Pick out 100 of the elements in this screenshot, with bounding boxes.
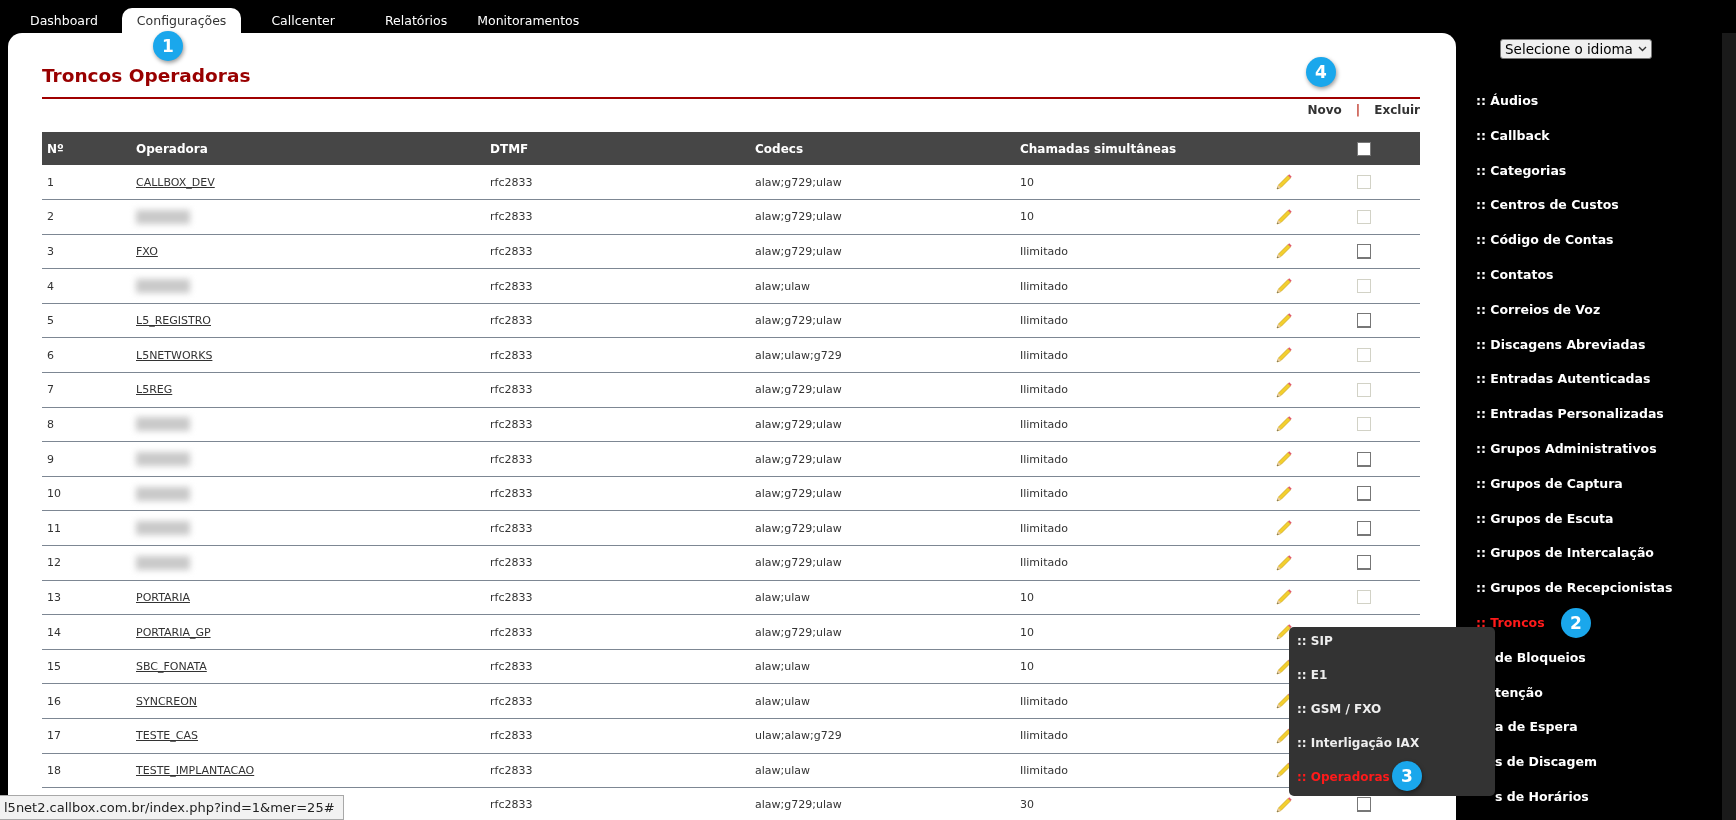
dtmf-cell: rfc2833 xyxy=(490,452,533,466)
chevron-down-icon xyxy=(1638,46,1647,52)
row-checkbox[interactable] xyxy=(1357,486,1371,502)
codecs-cell: alaw;ulaw;g729 xyxy=(755,348,842,362)
submenu-item[interactable]: :: GSM / FXO xyxy=(1297,701,1382,717)
row-number: 14 xyxy=(47,625,61,639)
dtmf-cell: rfc2833 xyxy=(490,625,533,639)
row-number: 4 xyxy=(47,279,54,293)
language-select-value: Selecione o idioma xyxy=(1505,41,1633,57)
row-number: 18 xyxy=(47,763,61,777)
calls-cell: 30 xyxy=(1020,798,1034,812)
row-number: 8 xyxy=(47,417,54,431)
calls-cell: Ilimitado xyxy=(1020,348,1068,362)
operator-link[interactable]: PORTARIA_GP xyxy=(136,625,211,639)
sidebar-item[interactable]: :: Entradas Personalizadas xyxy=(1476,405,1664,424)
nav-tab[interactable]: Dashboard xyxy=(15,8,113,33)
codecs-cell: alaw;g729;ulaw xyxy=(755,487,842,501)
codecs-cell: alaw;ulaw xyxy=(755,279,810,293)
submenu-item[interactable]: :: E1 xyxy=(1297,667,1328,683)
row-number: 7 xyxy=(47,383,54,397)
sidebar-item[interactable]: :: Discagens Abreviadas xyxy=(1476,335,1646,354)
dtmf-cell: rfc2833 xyxy=(490,348,533,362)
codecs-cell: alaw;g729;ulaw xyxy=(755,625,842,639)
pencil-icon[interactable] xyxy=(1275,623,1293,641)
submenu-item[interactable]: :: Interligação IAX xyxy=(1297,735,1420,751)
column-header: Operadora xyxy=(136,141,208,156)
sidebar-item[interactable]: :: Callback xyxy=(1476,126,1550,145)
operator-link[interactable]: L5_REGISTRO xyxy=(136,314,211,328)
row-checkbox[interactable] xyxy=(1357,555,1371,571)
language-select[interactable]: Selecione o idioma xyxy=(1500,39,1652,59)
sidebar-item[interactable]: :: Troncos xyxy=(1476,613,1545,632)
sidebar-item[interactable]: :: Centros de Custos xyxy=(1476,196,1619,215)
sidebar-item[interactable]: a de Espera xyxy=(1495,718,1578,737)
row-checkbox[interactable] xyxy=(1357,313,1371,329)
sidebar-item[interactable]: :: Grupos de Intercalação xyxy=(1476,544,1654,563)
sidebar-item[interactable]: :: Contatos xyxy=(1476,266,1554,284)
row-number: 9 xyxy=(47,452,54,466)
operator-link[interactable]: TESTE_CAS xyxy=(136,729,198,743)
nav-tab[interactable]: Monitoramentos xyxy=(462,8,595,33)
operator-link[interactable]: SYNCREON xyxy=(136,694,198,708)
step-badge: 4 xyxy=(1306,57,1336,87)
sidebar-item[interactable]: :: Correios de Voz xyxy=(1476,300,1601,319)
row-number: 6 xyxy=(47,348,54,362)
sidebar-item[interactable]: :: Código de Contas xyxy=(1476,231,1614,250)
sidebar-item[interactable]: :: Grupos de Captura xyxy=(1476,474,1623,493)
calls-cell: Ilimitado xyxy=(1020,763,1068,777)
sidebar-item[interactable]: :: Grupos de Escuta xyxy=(1476,509,1614,528)
row-checkbox[interactable] xyxy=(1357,244,1371,259)
row-checkbox[interactable] xyxy=(1357,451,1371,467)
operator-link[interactable]: SBC_FONATA xyxy=(136,660,207,674)
dtmf-cell: rfc2833 xyxy=(490,694,533,708)
operator-link[interactable]: L5REG xyxy=(136,383,173,397)
nav-tab[interactable]: Callcenter xyxy=(256,8,350,33)
sidebar-item[interactable]: :: Áudios xyxy=(1476,92,1539,110)
action-link[interactable]: Novo xyxy=(1307,103,1342,117)
row-number: 11 xyxy=(47,521,61,535)
page-title: Troncos Operadoras xyxy=(42,64,251,88)
codecs-cell: ulaw;alaw;g729 xyxy=(755,729,842,743)
calls-cell: Ilimitado xyxy=(1020,452,1068,466)
dtmf-cell: rfc2833 xyxy=(490,487,533,501)
calls-cell: 10 xyxy=(1020,175,1034,189)
codecs-cell: alaw;g729;ulaw xyxy=(755,314,842,328)
calls-cell: Ilimitado xyxy=(1020,694,1068,708)
dtmf-cell: rfc2833 xyxy=(490,210,533,224)
operator-link[interactable]: FXO xyxy=(136,245,158,258)
codecs-cell: alaw;g729;ulaw xyxy=(755,798,842,812)
sidebar-item[interactable]: tenção xyxy=(1495,683,1543,702)
sidebar-item[interactable]: :: Categorias xyxy=(1476,161,1567,180)
dtmf-cell: rfc2833 xyxy=(490,556,533,570)
step-badge: 3 xyxy=(1392,761,1422,791)
nav-tab[interactable]: Configurações xyxy=(121,8,242,33)
row-number: 17 xyxy=(47,729,61,743)
row-number: 3 xyxy=(47,245,54,258)
codecs-cell: alaw;ulaw xyxy=(755,694,810,708)
dtmf-cell: rfc2833 xyxy=(490,590,533,604)
codecs-cell: alaw;g729;ulaw xyxy=(755,417,842,431)
calls-cell: 10 xyxy=(1020,590,1034,604)
row-checkbox[interactable] xyxy=(1357,797,1371,813)
dtmf-cell: rfc2833 xyxy=(490,521,533,535)
select-all-checkbox[interactable] xyxy=(1357,141,1371,156)
sidebar-item[interactable]: de Bloqueios xyxy=(1495,648,1586,667)
operator-link[interactable]: L5NETWORKS xyxy=(136,348,213,362)
nav-tab[interactable]: Relatórios xyxy=(369,8,463,33)
action-link[interactable]: Excluir xyxy=(1374,103,1420,117)
step-badge: 2 xyxy=(1561,607,1591,638)
operator-link[interactable]: CALLBOX_DEV xyxy=(136,175,215,189)
operator-link[interactable]: TESTE_IMPLANTACAO xyxy=(136,763,255,777)
dtmf-cell: rfc2833 xyxy=(490,383,533,397)
submenu-item[interactable]: :: SIP xyxy=(1297,633,1333,649)
calls-cell: Ilimitado xyxy=(1020,487,1068,501)
operator-link[interactable]: PORTARIA xyxy=(136,590,190,604)
sidebar-item[interactable]: :: Grupos Administrativos xyxy=(1476,439,1657,458)
sidebar-item[interactable]: s de Horários xyxy=(1495,787,1589,806)
row-number: 1 xyxy=(47,175,54,189)
row-checkbox[interactable] xyxy=(1357,520,1371,536)
sidebar-item[interactable]: :: Entradas Autenticadas xyxy=(1476,370,1651,389)
codecs-cell: alaw;ulaw xyxy=(755,590,810,604)
sidebar-item[interactable]: s de Discagem xyxy=(1495,753,1597,772)
calls-cell: 10 xyxy=(1020,210,1034,224)
sidebar-item[interactable]: :: Grupos de Recepcionistas xyxy=(1476,579,1673,598)
